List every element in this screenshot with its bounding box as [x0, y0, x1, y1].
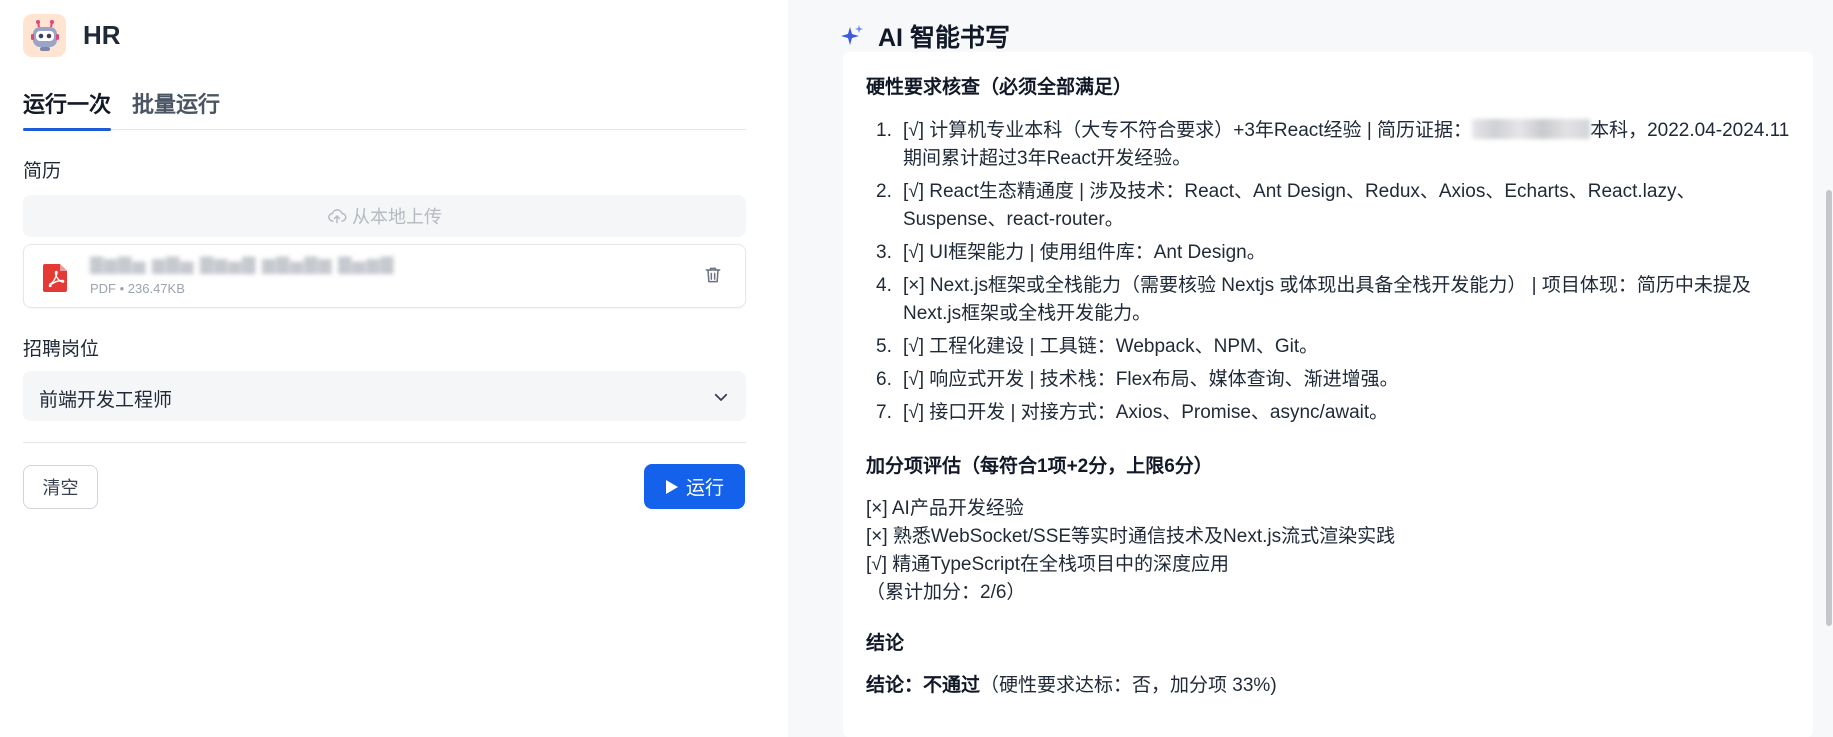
list-item-text: [√] 计算机专业本科（大专不符合要求）+3年React经验 | 简历证据：	[903, 120, 1473, 141]
app-title: HR	[83, 20, 121, 50]
list-item-text: [×] Next.js框架或全栈能力（需要核验 Nextjs 或体现出具备全栈开…	[903, 275, 1751, 324]
pdf-file-icon	[43, 262, 69, 297]
bonus-title: 加分项评估（每符合1项+2分，上限6分）	[866, 456, 1213, 477]
uploaded-file-card: ▇▆▇▅ ▆▇▅ ▇▆▅▇ ▆▇▅▇▆ ▇▅▆▇ PDF • 236.47KB	[23, 244, 746, 308]
result-panel: AI 智能书写 硬性要求核查（必须全部满足） 1. [√] 计算机专业本科（大专…	[788, 0, 1833, 737]
run-button[interactable]: 运行	[644, 464, 745, 509]
conclusion-title: 结论	[866, 633, 905, 654]
tab-run-once[interactable]: 运行一次	[23, 88, 112, 131]
list-item-number: 1.	[876, 120, 892, 141]
list-item-text: [√] React生态精通度 | 涉及技术：React、Ant Design、R…	[903, 181, 1696, 230]
list-item: 5. [√] 工程化建设 | 工具链：Webpack、NPM、Git。	[866, 333, 1796, 361]
list-item-text: [√] UI框架能力 | 使用组件库：Ant Design。	[903, 242, 1266, 263]
redacted-text	[1472, 119, 1591, 139]
scrollbar-thumb[interactable]	[1826, 190, 1832, 626]
scrollbar[interactable]	[1825, 52, 1833, 737]
list-item-text: [√] 接口开发 | 对接方式：Axios、Promise、async/awai…	[903, 402, 1389, 423]
tab-batch-run[interactable]: 批量运行	[132, 88, 220, 130]
left-panel: HR 运行一次 批量运行 简历 从本地上传 ▇▆▇▅ ▆▇▅ ▇▆▅▇ ▆▇▅▇…	[0, 0, 790, 737]
conclusion-detail: （硬性要求达标：否，加分项 33%)	[980, 675, 1277, 696]
upload-button[interactable]: 从本地上传	[23, 195, 746, 237]
list-item: 1. [√] 计算机专业本科（大专不符合要求）+3年React经验 | 简历证据…	[866, 117, 1796, 173]
conclusion-line: 结论：不通过（硬性要求达标：否，加分项 33%)	[866, 672, 1796, 700]
bonus-item: [√] 精通TypeScript在全栈项目中的深度应用	[866, 554, 1230, 575]
tab-bar: 运行一次 批量运行	[23, 88, 746, 131]
list-item-number: 6.	[876, 369, 892, 390]
upload-label: 从本地上传	[352, 207, 442, 227]
result-content[interactable]: 硬性要求核查（必须全部满足） 1. [√] 计算机专业本科（大专不符合要求）+3…	[843, 52, 1813, 737]
app-header: HR	[23, 14, 121, 57]
file-meta: PDF • 236.47KB	[90, 281, 185, 296]
clear-button[interactable]: 清空	[23, 465, 98, 509]
list-item: 7. [√] 接口开发 | 对接方式：Axios、Promise、async/a…	[866, 399, 1796, 427]
hard-requirements-list: 1. [√] 计算机专业本科（大专不符合要求）+3年React经验 | 简历证据…	[866, 117, 1796, 427]
position-label: 招聘岗位	[23, 339, 100, 360]
list-item-number: 2.	[876, 181, 892, 202]
list-item: 3. [√] UI框架能力 | 使用组件库：Ant Design。	[866, 239, 1796, 267]
bonus-item: [×] 熟悉WebSocket/SSE等实时通信技术及Next.js流式渲染实践	[866, 526, 1396, 547]
bonus-total: （累计加分：2/6）	[866, 582, 1026, 603]
sparkle-icon	[841, 25, 863, 45]
list-item: 6. [√] 响应式开发 | 技术栈：Flex布局、媒体查询、渐进增强。	[866, 366, 1796, 394]
bonus-list: [×] AI产品开发经验 [×] 熟悉WebSocket/SSE等实时通信技术及…	[866, 495, 1796, 607]
play-icon	[665, 479, 678, 494]
result-title: AI 智能书写	[878, 24, 1010, 52]
upload-cloud-icon	[328, 209, 347, 224]
list-item-number: 3.	[876, 242, 892, 263]
position-select[interactable]: 前端开发工程师	[23, 371, 746, 421]
trash-icon[interactable]	[703, 265, 723, 290]
conclusion-label: 结论：不通过	[866, 675, 981, 696]
resume-label: 简历	[23, 161, 62, 182]
list-item-text: [√] 响应式开发 | 技术栈：Flex布局、媒体查询、渐进增强。	[903, 369, 1399, 390]
list-item-number: 5.	[876, 336, 892, 357]
list-item-number: 4.	[876, 275, 892, 296]
list-item: 2. [√] React生态精通度 | 涉及技术：React、Ant Desig…	[866, 178, 1796, 234]
bonus-item: [×] AI产品开发经验	[866, 498, 1024, 519]
file-name-redacted: ▇▆▇▅ ▆▇▅ ▇▆▅▇ ▆▇▅▇▆ ▇▅▆▇	[90, 255, 395, 274]
position-select-value: 前端开发工程师	[39, 390, 173, 411]
list-item-number: 7.	[876, 402, 892, 423]
hard-requirements-title: 硬性要求核查（必须全部满足）	[866, 77, 1133, 98]
list-item: 4. [×] Next.js框架或全栈能力（需要核验 Nextjs 或体现出具备…	[866, 272, 1796, 328]
robot-avatar-icon	[23, 14, 66, 57]
run-button-label: 运行	[685, 478, 724, 499]
list-item-text: [√] 工程化建设 | 工具链：Webpack、NPM、Git。	[903, 336, 1319, 357]
chevron-down-icon	[712, 388, 730, 411]
divider	[23, 442, 746, 443]
result-header: AI 智能书写	[840, 18, 1010, 54]
